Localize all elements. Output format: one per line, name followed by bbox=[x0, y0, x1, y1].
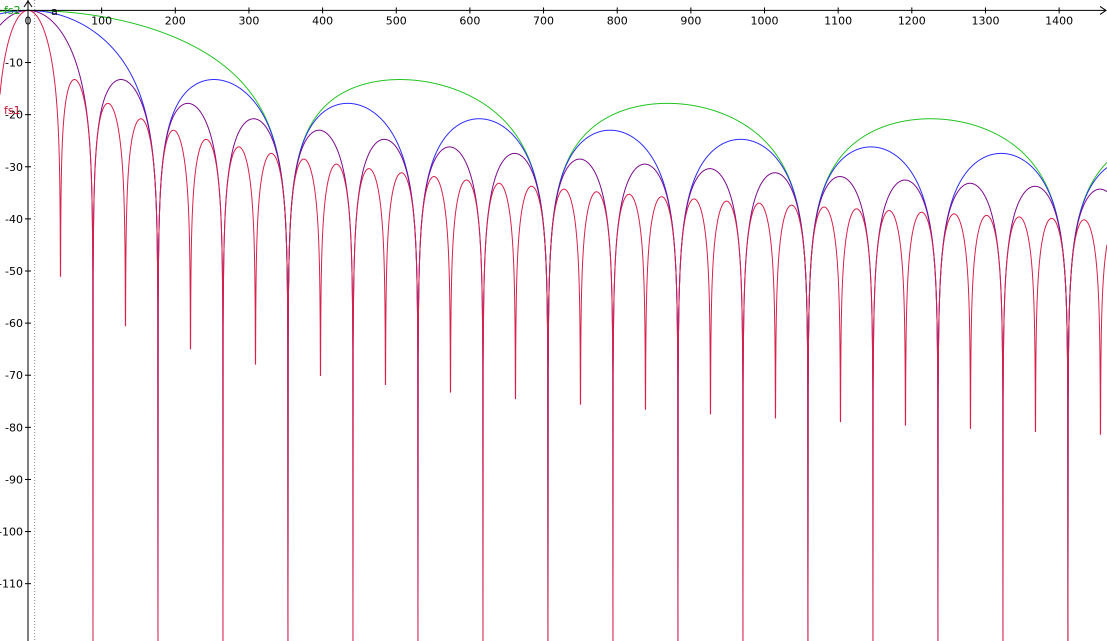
x-tick-label: 400 bbox=[312, 14, 333, 27]
x-tick-label: 1200 bbox=[898, 14, 926, 27]
x-tick-label: 1000 bbox=[751, 14, 779, 27]
series-line-2 bbox=[0, 9, 1107, 641]
chart-series-group bbox=[0, 9, 1107, 641]
chart-ticks: 0 100 200 300 400 500 600 700 800 900 1000 1100 1200… bbox=[0, 7, 1073, 591]
y-tick-label: -10 bbox=[5, 57, 23, 70]
x-tick-label: 900 bbox=[680, 14, 701, 27]
label-fs2: fs2 bbox=[4, 4, 21, 17]
x-tick-label: 1300 bbox=[971, 14, 999, 27]
x-tick-label: 1100 bbox=[824, 14, 852, 27]
y-tick-label: -30 bbox=[5, 161, 23, 174]
label-fs1: fs1 bbox=[4, 104, 21, 117]
y-tick-label: -60 bbox=[5, 317, 23, 330]
series-line-1 bbox=[0, 9, 1107, 641]
y-tick-label: -50 bbox=[5, 265, 23, 278]
x-tick-label: 100 bbox=[91, 14, 112, 27]
series-line-0 bbox=[0, 9, 1107, 641]
y-tick-label: -70 bbox=[5, 369, 23, 382]
y-tick-label: -40 bbox=[5, 213, 23, 226]
series-line-3 bbox=[0, 9, 1107, 641]
x-tick-label: 0 bbox=[24, 14, 31, 27]
x-tick-label: 1400 bbox=[1045, 14, 1073, 27]
x-tick-label: 200 bbox=[165, 14, 186, 27]
y-tick-label: -90 bbox=[5, 473, 23, 486]
y-tick-label: -80 bbox=[5, 421, 23, 434]
x-tick-label: 300 bbox=[238, 14, 259, 27]
x-tick-label: 700 bbox=[533, 14, 554, 27]
x-tick-label: 500 bbox=[386, 14, 407, 27]
x-tick-label: 600 bbox=[459, 14, 480, 27]
y-tick-label: -100 bbox=[0, 526, 23, 539]
label-a: a bbox=[51, 5, 58, 18]
chart: 0 100 200 300 400 500 600 700 800 900 1000 1100 1200… bbox=[0, 0, 1107, 641]
x-tick-label: 800 bbox=[607, 14, 628, 27]
y-tick-label: -110 bbox=[0, 578, 23, 591]
chart-axes bbox=[0, 0, 1107, 641]
